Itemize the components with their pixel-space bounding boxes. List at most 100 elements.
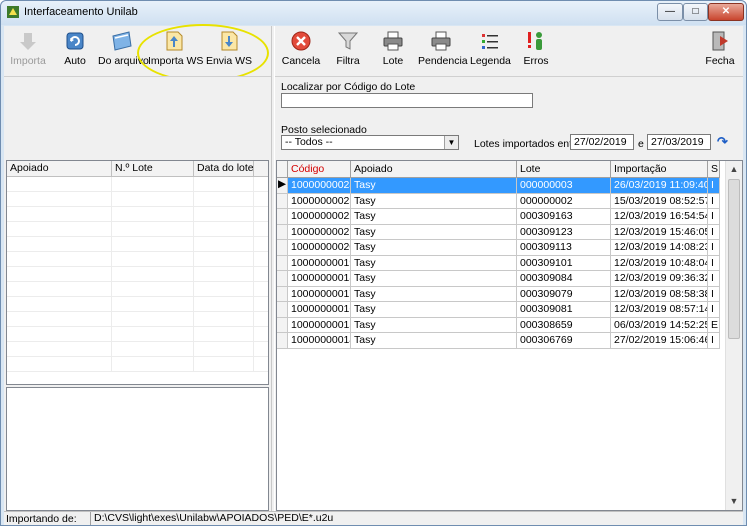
import-button[interactable]: Importa — [8, 30, 48, 74]
cell-codigo: 10000000017 — [288, 286, 351, 301]
table-cell — [194, 252, 254, 266]
cell-importacao: 12/03/2019 10:48:04 — [611, 255, 708, 270]
close-app-button[interactable]: Fecha — [703, 30, 737, 74]
table-row[interactable]: 10000000014 Tasy 000306769 27/02/2019 15:06… — [277, 333, 720, 349]
close-app-button-label: Fecha — [705, 55, 735, 67]
cell-lote: 000306769 — [517, 333, 611, 348]
col-header-lote[interactable]: Lote — [517, 161, 611, 177]
auto-button[interactable]: Auto — [58, 30, 92, 74]
cell-codigo: 10000000019 — [288, 255, 351, 270]
imports-grid-header: Código Apoiado Lote Importação S — [277, 161, 720, 178]
import-arrow-icon — [20, 33, 36, 50]
table-cell — [7, 192, 112, 206]
cell-importacao: 12/03/2019 14:08:23 — [611, 240, 708, 255]
cell-lote: 000309081 — [517, 302, 611, 317]
row-indicator — [277, 302, 288, 317]
table-cell — [112, 267, 194, 281]
table-row[interactable] — [7, 237, 268, 252]
table-row[interactable] — [7, 207, 268, 222]
table-row[interactable]: 10000000022 Tasy 000309163 12/03/2019 16:54… — [277, 209, 720, 225]
col-header-importacao[interactable]: Importação — [611, 161, 708, 177]
table-cell — [194, 297, 254, 311]
table-row[interactable] — [7, 282, 268, 297]
scroll-up-icon[interactable]: ▲ — [726, 161, 742, 178]
cell-importacao: 12/03/2019 09:36:32 — [611, 271, 708, 286]
col-header-lote-number[interactable]: N.º Lote — [112, 161, 194, 176]
scroll-thumb[interactable] — [728, 179, 740, 339]
table-row[interactable]: 10000000023 Tasy 000000002 15/03/2019 08:52… — [277, 193, 720, 209]
table-cell — [194, 237, 254, 251]
table-cell — [112, 357, 194, 371]
table-cell — [112, 192, 194, 206]
minimize-button[interactable]: — — [657, 3, 683, 21]
vertical-scrollbar[interactable]: ▲ ▼ — [725, 161, 742, 510]
col-header-apoiado[interactable]: Apoiado — [7, 161, 112, 176]
maximize-button[interactable]: □ — [683, 3, 708, 21]
chevron-down-icon[interactable]: ▼ — [444, 136, 458, 149]
table-row[interactable] — [7, 357, 268, 372]
table-row[interactable] — [7, 312, 268, 327]
table-row[interactable] — [7, 252, 268, 267]
cell-status: I — [708, 224, 720, 239]
import-ws-icon — [166, 31, 183, 51]
filter-button[interactable]: Filtra — [331, 30, 365, 74]
send-ws-button[interactable]: Envia WS — [205, 30, 253, 74]
date-from-field[interactable]: 27/02/2019 — [570, 134, 634, 150]
detail-panel — [6, 387, 269, 511]
close-window-button[interactable]: ✕ — [708, 3, 744, 21]
batch-print-button-label: Lote — [382, 55, 404, 67]
app-logo-icon — [7, 6, 19, 18]
table-row[interactable] — [7, 177, 268, 192]
cell-status: I — [708, 178, 720, 193]
table-row[interactable]: 10000000015 Tasy 000308659 06/03/2019 14:52… — [277, 317, 720, 333]
table-cell — [194, 357, 254, 371]
date-to-field[interactable]: 27/03/2019 — [647, 134, 711, 150]
cell-codigo: 10000000018 — [288, 271, 351, 286]
cell-apoiado: Tasy — [351, 240, 517, 255]
cell-apoiado: Tasy — [351, 333, 517, 348]
batch-list-grid[interactable]: Apoiado N.º Lote Data do lote — [6, 160, 269, 385]
table-row[interactable] — [7, 222, 268, 237]
cell-status: I — [708, 302, 720, 317]
table-cell — [194, 177, 254, 191]
send-ws-icon — [221, 31, 238, 51]
table-row[interactable]: 10000000016 Tasy 000309081 12/03/2019 08:57… — [277, 302, 720, 318]
cancel-button-label: Cancela — [281, 55, 321, 67]
col-header-status[interactable]: S — [708, 161, 720, 177]
table-row[interactable] — [7, 192, 268, 207]
table-cell — [112, 297, 194, 311]
table-cell — [7, 207, 112, 221]
table-row[interactable] — [7, 267, 268, 282]
client-area: Importa Auto Do arquivo Importa WS Envia… — [4, 24, 743, 525]
imports-grid[interactable]: Código Apoiado Lote Importação S ▶ 100000… — [276, 160, 743, 511]
cell-lote: 000309113 — [517, 240, 611, 255]
col-header-batch-date[interactable]: Data do lote — [194, 161, 254, 176]
from-file-button[interactable]: Do arquivo — [98, 30, 149, 74]
cancel-button[interactable]: Cancela — [281, 30, 321, 74]
col-header-codigo[interactable]: Código — [288, 161, 351, 177]
col-header-apoiado[interactable]: Apoiado — [351, 161, 517, 177]
table-row[interactable]: 10000000017 Tasy 000309079 12/03/2019 08:58… — [277, 286, 720, 302]
pending-print-button[interactable]: Pendencia — [418, 30, 468, 74]
posto-select[interactable]: -- Todos -- ▼ — [281, 135, 459, 150]
table-row[interactable]: 10000000020 Tasy 000309113 12/03/2019 14:08… — [277, 240, 720, 256]
app-window: Interfaceamento Unilab — □ ✕ Importa Aut… — [0, 0, 747, 526]
table-row[interactable]: 10000000021 Tasy 000309123 12/03/2019 15:46… — [277, 224, 720, 240]
table-row[interactable] — [7, 297, 268, 312]
cell-apoiado: Tasy — [351, 193, 517, 208]
legend-button[interactable]: Legenda — [470, 30, 511, 74]
table-row[interactable]: ▶ 10000000024 Tasy 000000003 26/03/2019 11:0… — [277, 178, 720, 194]
refresh-icon[interactable]: ↷ — [717, 134, 728, 150]
scroll-down-icon[interactable]: ▼ — [726, 493, 742, 510]
import-ws-button[interactable]: Importa WS — [148, 30, 203, 74]
batch-code-search-input[interactable] — [281, 93, 533, 108]
table-row[interactable]: 10000000019 Tasy 000309101 12/03/2019 10:48… — [277, 255, 720, 271]
cell-importacao: 12/03/2019 08:57:14 — [611, 302, 708, 317]
batch-print-button[interactable]: Lote — [378, 30, 408, 74]
table-row[interactable]: 10000000018 Tasy 000309084 12/03/2019 09:36… — [277, 271, 720, 287]
cell-codigo: 10000000014 — [288, 333, 351, 348]
printer-icon — [431, 31, 451, 51]
errors-button[interactable]: Erros — [520, 30, 552, 74]
table-row[interactable] — [7, 327, 268, 342]
table-row[interactable] — [7, 342, 268, 357]
